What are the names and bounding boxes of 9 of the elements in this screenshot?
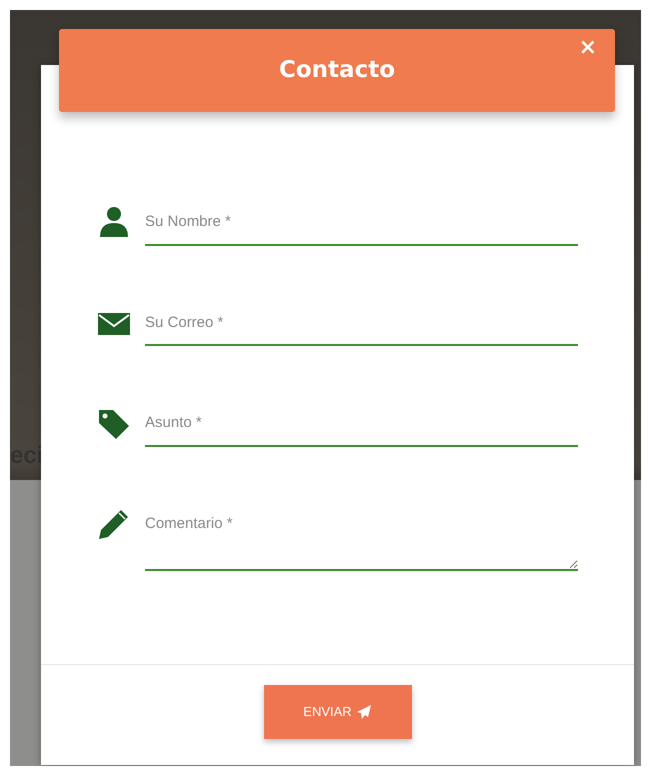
submit-button[interactable]: ENVIAR bbox=[264, 685, 412, 739]
person-icon bbox=[97, 205, 131, 239]
input-field[interactable]: Asunto * bbox=[145, 404, 578, 446]
input-field[interactable]: Su Correo * bbox=[145, 304, 578, 346]
close-button[interactable]: × bbox=[574, 35, 601, 62]
paper-plane-icon bbox=[356, 704, 372, 720]
modal-title: Contacto bbox=[279, 56, 395, 86]
input-field[interactable]: Su Nombre * bbox=[145, 203, 578, 246]
comment-field[interactable]: Comentario * bbox=[145, 504, 578, 570]
